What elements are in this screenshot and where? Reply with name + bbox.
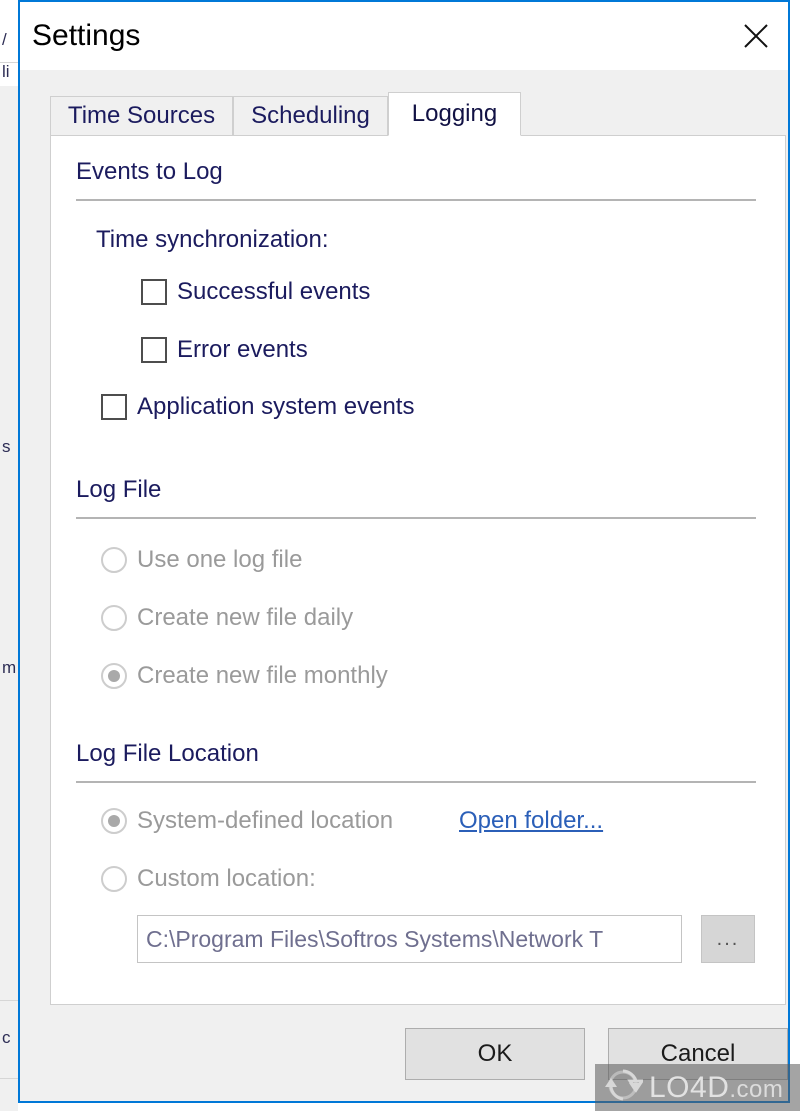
checkbox-application-system-events[interactable]: Application system events bbox=[101, 393, 414, 421]
logging-tab-panel: Events to Log Time synchronization: Succ… bbox=[50, 135, 786, 1005]
checkbox-label: Successful events bbox=[177, 278, 371, 305]
radio-label: Use one log file bbox=[137, 546, 303, 573]
radio-circle[interactable] bbox=[101, 663, 127, 689]
group-rule bbox=[76, 781, 756, 783]
cancel-button-label: Cancel bbox=[660, 1040, 736, 1067]
radio-custom-location[interactable]: Custom location: bbox=[101, 865, 316, 893]
tab-time-sources[interactable]: Time Sources bbox=[50, 96, 233, 135]
tab-strip: Time Sources Scheduling Logging bbox=[50, 92, 760, 136]
checkbox-successful-events[interactable]: Successful events bbox=[141, 278, 370, 306]
background-window-strip: / li s m c bbox=[0, 0, 18, 1111]
browse-ellipsis-icon: ... bbox=[716, 927, 740, 950]
settings-dialog: Settings Time Sources Scheduling Logging bbox=[18, 0, 790, 1103]
radio-system-defined-location[interactable]: System-defined location bbox=[101, 807, 393, 835]
tab-scheduling[interactable]: Scheduling bbox=[233, 96, 388, 135]
path-value: C:\Program Files\Softros Systems\Network… bbox=[146, 925, 604, 952]
open-folder-link[interactable]: Open folder... bbox=[459, 807, 603, 835]
background-text-fragment: c bbox=[2, 1028, 11, 1047]
checkbox-label: Application system events bbox=[137, 393, 415, 420]
browse-button[interactable]: ... bbox=[701, 915, 755, 963]
close-icon bbox=[741, 21, 771, 51]
radio-circle[interactable] bbox=[101, 547, 127, 573]
custom-location-path-input[interactable]: C:\Program Files\Softros Systems\Network… bbox=[137, 915, 682, 963]
group-title-events-to-log: Events to Log bbox=[76, 158, 223, 185]
close-button[interactable] bbox=[724, 2, 788, 70]
tab-logging[interactable]: Logging bbox=[388, 92, 521, 136]
checkbox-box[interactable] bbox=[141, 279, 167, 305]
group-title-log-file: Log File bbox=[76, 476, 162, 503]
checkbox-label: Error events bbox=[177, 336, 308, 363]
group-title-log-file-location: Log File Location bbox=[76, 740, 259, 767]
dialog-titlebar: Settings bbox=[20, 0, 788, 70]
checkbox-box[interactable] bbox=[141, 337, 167, 363]
screen-root: / li s m c Settings Time Sources Schedul… bbox=[0, 0, 800, 1111]
background-text-fragment: / bbox=[2, 30, 7, 49]
tab-label: Time Sources bbox=[67, 102, 216, 129]
cancel-button[interactable]: Cancel bbox=[608, 1028, 788, 1080]
background-text-fragment: li bbox=[2, 62, 10, 81]
background-divider bbox=[0, 1000, 18, 1001]
radio-create-new-file-monthly[interactable]: Create new file monthly bbox=[101, 662, 388, 690]
ok-button[interactable]: OK bbox=[405, 1028, 585, 1080]
background-divider bbox=[0, 1078, 18, 1079]
radio-label: System-defined location bbox=[137, 807, 394, 834]
radio-label: Custom location: bbox=[137, 865, 316, 892]
tab-label: Scheduling bbox=[251, 102, 370, 129]
radio-circle[interactable] bbox=[101, 808, 127, 834]
ok-button-label: OK bbox=[477, 1040, 513, 1067]
checkbox-box[interactable] bbox=[101, 394, 127, 420]
radio-create-new-file-daily[interactable]: Create new file daily bbox=[101, 604, 353, 632]
background-text-fragment: m bbox=[2, 658, 17, 677]
radio-circle[interactable] bbox=[101, 605, 127, 631]
tab-label: Logging bbox=[411, 100, 498, 127]
radio-label: Create new file daily bbox=[137, 604, 354, 631]
checkbox-error-events[interactable]: Error events bbox=[141, 336, 308, 364]
dialog-title: Settings bbox=[32, 19, 141, 52]
group-rule bbox=[76, 517, 756, 519]
radio-circle[interactable] bbox=[101, 866, 127, 892]
background-panel-fill bbox=[0, 86, 18, 1111]
group-rule bbox=[76, 199, 756, 201]
background-text-fragment: s bbox=[2, 437, 11, 456]
label-time-synchronization: Time synchronization: bbox=[96, 226, 329, 253]
radio-label: Create new file monthly bbox=[137, 662, 388, 689]
radio-use-one-log-file[interactable]: Use one log file bbox=[101, 546, 302, 574]
